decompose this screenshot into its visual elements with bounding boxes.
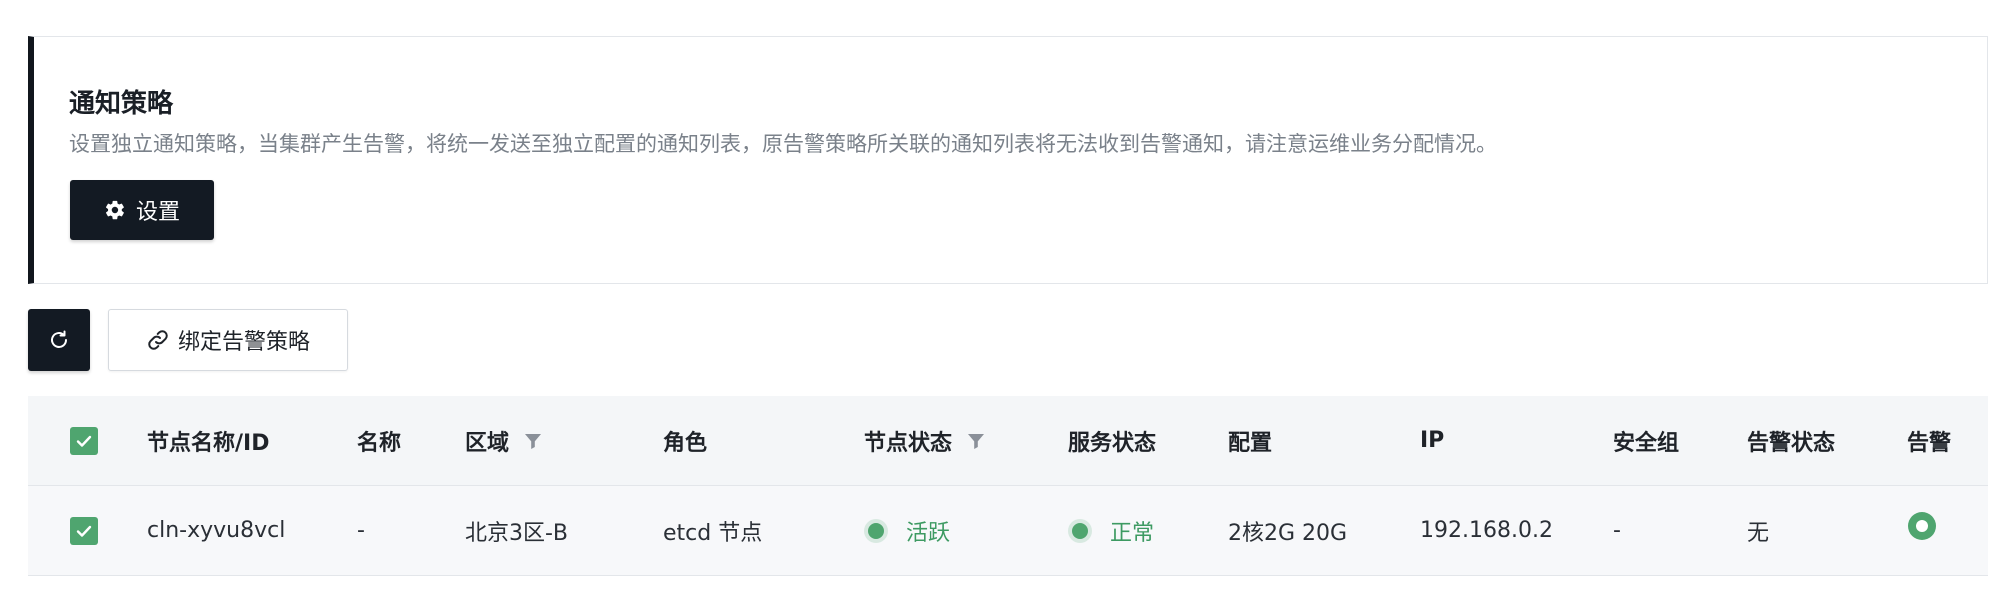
cell-security-group: - — [1613, 518, 1621, 543]
header-node-name[interactable]: 节点名称/ID — [147, 396, 269, 485]
cell-service-status: 正常 — [1072, 486, 1154, 575]
header-node-status-label: 节点状态 — [864, 430, 953, 456]
header-config[interactable]: 配置 — [1228, 396, 1272, 485]
row-checkbox[interactable] — [70, 516, 98, 545]
service-status-text: 正常 — [1110, 520, 1155, 546]
status-dot-icon — [868, 522, 884, 539]
cell-role: etcd 节点 — [663, 520, 763, 546]
header-ip[interactable]: IP — [1420, 396, 1444, 485]
alert-radio-icon[interactable] — [1908, 511, 1936, 540]
notification-policy-panel: 通知策略 设置独立通知策略，当集群产生告警，将统一发送至独立配置的通知列表，原告… — [28, 36, 1988, 284]
bind-button-label: 绑定告警策略 — [177, 330, 310, 355]
header-zone[interactable]: 区域 — [465, 396, 543, 485]
header-name[interactable]: 名称 — [357, 396, 401, 485]
header-node-status[interactable]: 节点状态 — [864, 396, 986, 485]
row-select — [70, 486, 98, 575]
node-table: 节点名称/ID 名称 区域 角色 节点状态 服务状态 配置 IP 安全组 告警状… — [28, 396, 1988, 576]
filter-icon[interactable] — [966, 431, 986, 451]
cell-alert — [1908, 486, 1936, 575]
table-header: 节点名称/ID 名称 区域 角色 节点状态 服务状态 配置 IP 安全组 告警状… — [28, 396, 1988, 486]
panel-title: 通知策略 — [69, 89, 174, 119]
bind-alert-policy-button[interactable]: 绑定告警策略 — [108, 309, 348, 371]
header-security-group[interactable]: 安全组 — [1613, 396, 1679, 485]
settings-button[interactable]: 设置 — [70, 180, 214, 240]
header-alert[interactable]: 告警 — [1907, 396, 1951, 485]
cell-ip: 192.168.0.2 — [1420, 518, 1553, 543]
node-status-text: 活跃 — [906, 520, 951, 546]
checkmark-icon — [76, 435, 92, 447]
header-select-all — [70, 396, 98, 485]
table-row[interactable]: cln-xyvu8vcl - 北京3区-B etcd 节点 活跃 正常 2核2G… — [28, 486, 1988, 576]
header-service-status[interactable]: 服务状态 — [1068, 396, 1156, 485]
refresh-button[interactable] — [28, 309, 90, 371]
header-zone-label: 区域 — [465, 430, 510, 456]
header-alert-status[interactable]: 告警状态 — [1747, 396, 1835, 485]
header-role[interactable]: 角色 — [663, 396, 707, 485]
select-all-checkbox[interactable] — [70, 426, 98, 455]
cell-name: - — [357, 518, 365, 543]
cell-config: 2核2G 20G — [1228, 520, 1348, 546]
cell-node-name[interactable]: cln-xyvu8vcl — [147, 486, 285, 575]
filter-icon[interactable] — [523, 431, 543, 451]
panel-description: 设置独立通知策略，当集群产生告警，将统一发送至独立配置的通知列表，原告警策略所关… — [69, 132, 1497, 156]
cell-alert-status: 无 — [1747, 520, 1770, 546]
cell-zone: 北京3区-B — [465, 520, 569, 546]
status-dot-icon — [1072, 522, 1088, 539]
checkmark-icon — [76, 525, 92, 537]
settings-button-label: 设置 — [135, 200, 180, 225]
link-icon — [148, 330, 168, 350]
cell-node-status: 活跃 — [868, 486, 950, 575]
refresh-icon — [51, 330, 67, 348]
gear-icon — [105, 200, 124, 220]
